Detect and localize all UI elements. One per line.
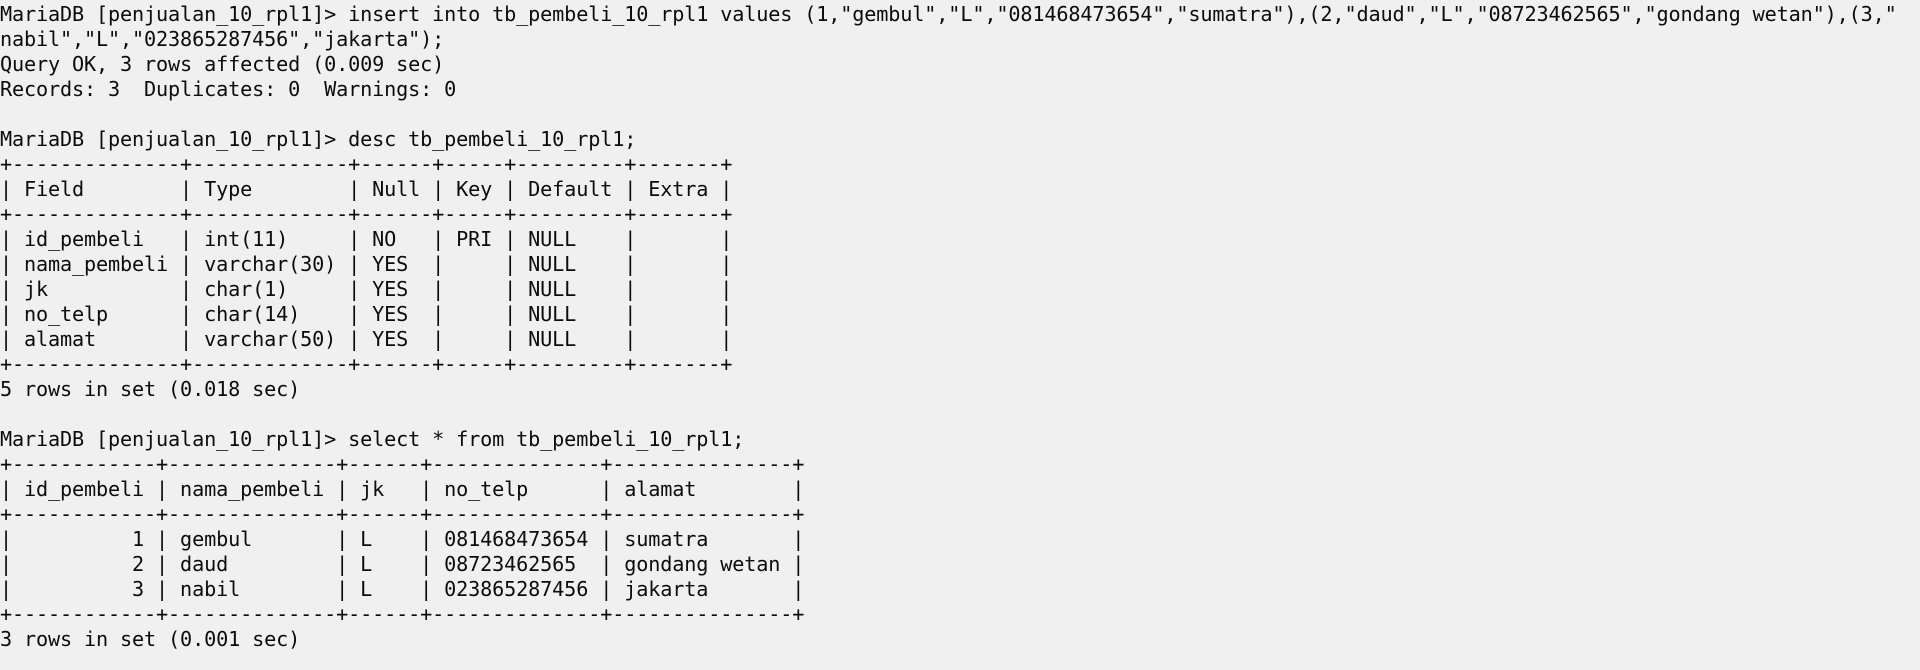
desc-command-line: MariaDB [penjualan_10_rpl1]> desc tb_pem… — [0, 127, 637, 151]
desc-table-border: +--------------+-------------+------+---… — [0, 352, 733, 376]
desc-rows-summary-line: 5 rows in set (0.018 sec) — [0, 377, 301, 401]
records-summary-line: Records: 3 Duplicates: 0 Warnings: 0 — [0, 77, 457, 101]
select-table-row: | 2 | daud | L | 08723462565 | gondang w… — [0, 552, 805, 576]
query-ok-line: Query OK, 3 rows affected (0.009 sec) — [0, 52, 445, 76]
desc-table-border: +--------------+-------------+------+---… — [0, 152, 733, 176]
insert-command-line: MariaDB [penjualan_10_rpl1]> insert into… — [0, 2, 1897, 26]
desc-table-row: | alamat | varchar(50) | YES | | NULL | … — [0, 327, 733, 351]
desc-table-border: +--------------+-------------+------+---… — [0, 202, 733, 226]
select-table-border: +------------+--------------+------+----… — [0, 452, 805, 476]
desc-table-row: | jk | char(1) | YES | | NULL | | — [0, 277, 733, 301]
select-table-row: | 1 | gembul | L | 081468473654 | sumatr… — [0, 527, 805, 551]
desc-table-header: | Field | Type | Null | Key | Default | … — [0, 177, 733, 201]
select-table-border: +------------+--------------+------+----… — [0, 502, 805, 526]
desc-table-row: | no_telp | char(14) | YES | | NULL | | — [0, 302, 733, 326]
terminal-console[interactable]: MariaDB [penjualan_10_rpl1]> insert into… — [0, 0, 1920, 670]
insert-command-continuation-line: nabil","L","023865287456","jakarta"); — [0, 27, 445, 51]
desc-table-row: | nama_pembeli | varchar(30) | YES | | N… — [0, 252, 733, 276]
select-command-line: MariaDB [penjualan_10_rpl1]> select * fr… — [0, 427, 745, 451]
select-table-header: | id_pembeli | nama_pembeli | jk | no_te… — [0, 477, 805, 501]
select-rows-summary-line: 3 rows in set (0.001 sec) — [0, 627, 301, 651]
select-table-row: | 3 | nabil | L | 023865287456 | jakarta… — [0, 577, 805, 601]
select-table-border: +------------+--------------+------+----… — [0, 602, 805, 626]
desc-table-row: | id_pembeli | int(11) | NO | PRI | NULL… — [0, 227, 733, 251]
